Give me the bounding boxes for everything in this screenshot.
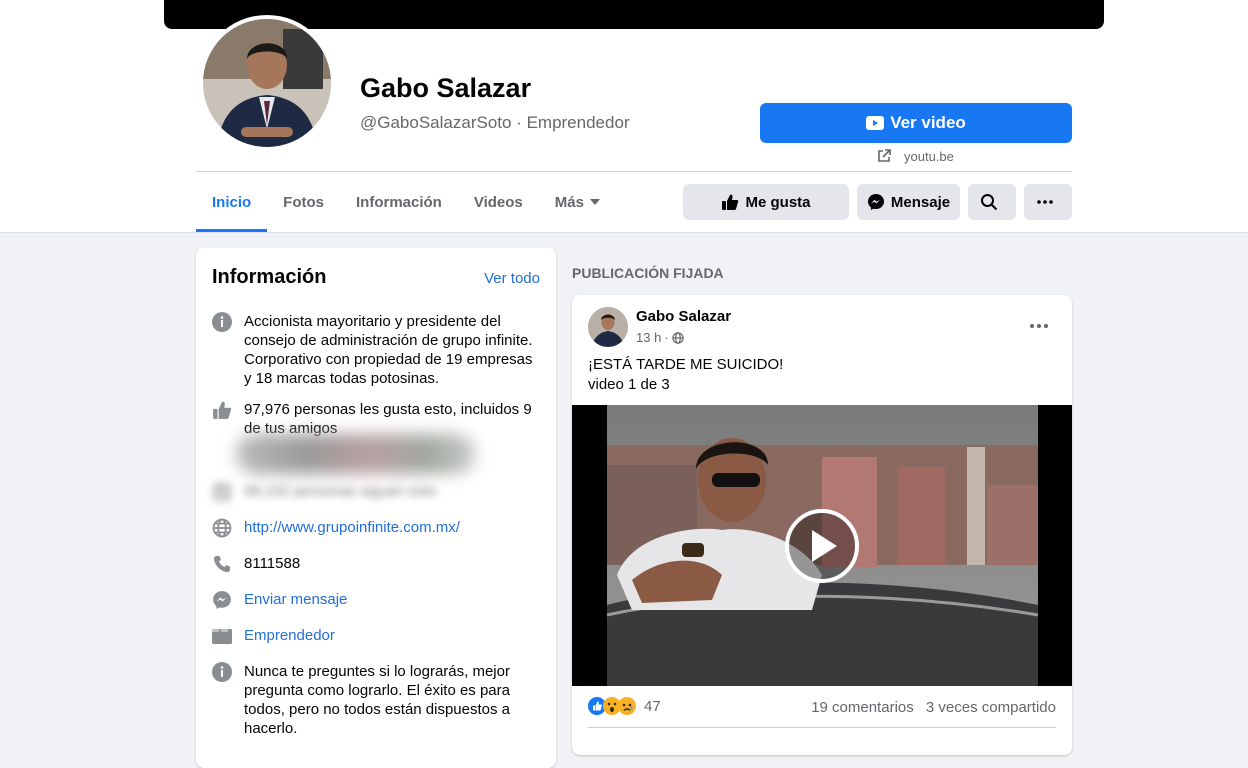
profile-avatar[interactable]	[203, 19, 331, 147]
post-meta: 13 h ·	[636, 330, 684, 345]
category-link[interactable]: Emprendedor	[244, 626, 335, 646]
phone-icon	[212, 554, 232, 574]
tab-fotos[interactable]: Fotos	[267, 172, 340, 232]
pinned-section-label: PUBLICACIÓN FIJADA	[572, 265, 724, 281]
globe-icon	[212, 518, 232, 538]
website-link[interactable]: http://www.grupoinfinite.com.mx/	[244, 518, 460, 538]
meta-dot: ·	[664, 330, 669, 345]
page-tabs: Inicio Fotos Información Videos Más	[196, 172, 616, 232]
more-options-button[interactable]	[1024, 184, 1072, 220]
post-divider	[588, 727, 1056, 728]
about-description: Accionista mayoritario y presidente del …	[244, 313, 533, 387]
send-message-row: Enviar mensaje	[212, 590, 542, 610]
post-options-icon[interactable]	[1030, 315, 1048, 333]
more-icon	[1037, 200, 1053, 204]
phone-row: 8111588	[212, 554, 542, 574]
watch-video-button[interactable]: Ver video	[760, 103, 1072, 143]
page-title: Gabo Salazar	[360, 73, 532, 103]
tab-videos-label: Videos	[473, 193, 523, 211]
info-icon	[212, 662, 232, 682]
info-icon	[212, 312, 232, 332]
likes-row: 97,976 personas les gusta esto, incluido…	[212, 400, 542, 438]
like-page-label: Me gusta	[745, 193, 811, 211]
post-text: ¡ESTÁ TARDE ME SUICIDO!	[588, 356, 784, 373]
pinned-post: Gabo Salazar 13 h · ¡ESTÁ TARDE ME SUICI…	[572, 295, 1072, 755]
post-time[interactable]: 13 h	[636, 330, 661, 345]
search-icon	[981, 194, 998, 211]
thumbs-up-icon	[722, 194, 739, 210]
post-author-name[interactable]: Gabo Salazar	[636, 308, 731, 325]
check-icon	[212, 482, 232, 502]
tab-mas[interactable]: Más	[539, 172, 616, 232]
about-card: Información Ver todo Accionista mayorita…	[196, 248, 556, 768]
see-all-link[interactable]: Ver todo	[484, 270, 540, 287]
message-button[interactable]: Mensaje	[857, 184, 960, 220]
messenger-icon	[212, 590, 232, 610]
post-subtext: video 1 de 3	[588, 376, 670, 393]
watch-video-label: Ver video	[890, 113, 966, 132]
cta-link-label: youtu.be	[904, 148, 954, 164]
tab-informacion[interactable]: Información	[340, 172, 458, 232]
about-title: Información	[212, 266, 327, 288]
website-row: http://www.grupoinfinite.com.mx/	[212, 518, 542, 538]
likes-count: 97,976 personas les gusta esto, incluido…	[244, 401, 532, 437]
category-row: Emprendedor	[212, 626, 542, 646]
post-stats: 19 comentarios 3 veces compartido	[803, 699, 1056, 716]
send-message-link[interactable]: Enviar mensaje	[244, 590, 347, 610]
chevron-down-icon	[589, 199, 600, 205]
blurred-region	[236, 434, 476, 474]
shares-count[interactable]: 3 veces compartido	[926, 699, 1056, 716]
message-label: Mensaje	[890, 193, 951, 211]
tab-mas-label: Más	[554, 193, 584, 211]
category-icon	[212, 626, 232, 646]
video-play-icon	[866, 116, 885, 130]
tab-fotos-label: Fotos	[283, 193, 324, 211]
external-link-icon	[878, 149, 891, 162]
tab-inicio[interactable]: Inicio	[196, 172, 268, 232]
followers-row: 99,152 personas siguen esto	[212, 482, 542, 502]
tab-videos[interactable]: Videos	[458, 172, 539, 232]
messenger-icon	[867, 194, 884, 210]
tab-inicio-label: Inicio	[212, 193, 252, 211]
cover-photo[interactable]	[164, 0, 1104, 29]
quote-row: Nunca te preguntes si lo lograrás, mejor…	[212, 662, 542, 738]
reaction-summary[interactable]: 47	[588, 697, 661, 715]
cta-external-link[interactable]: youtu.be	[876, 148, 954, 164]
post-author-avatar[interactable]	[588, 307, 628, 347]
post-video[interactable]	[572, 405, 1072, 686]
comments-count[interactable]: 19 comentarios	[811, 699, 914, 716]
followers-count: 99,152 personas siguen esto	[244, 483, 437, 500]
thumbs-up-icon	[212, 400, 232, 420]
page-quote: Nunca te preguntes si lo lograrás, mejor…	[244, 663, 511, 737]
page-handle-category: @GaboSalazarSoto · Emprendedor	[360, 113, 630, 132]
about-description-row: Accionista mayoritario y presidente del …	[212, 312, 542, 388]
phone-number: 8111588	[244, 555, 301, 572]
reaction-count: 47	[644, 697, 661, 715]
globe-icon	[671, 331, 684, 344]
search-button[interactable]	[968, 184, 1016, 220]
tab-informacion-label: Información	[356, 193, 442, 211]
like-page-button[interactable]: Me gusta	[683, 184, 849, 220]
sad-reaction-icon	[618, 697, 636, 715]
